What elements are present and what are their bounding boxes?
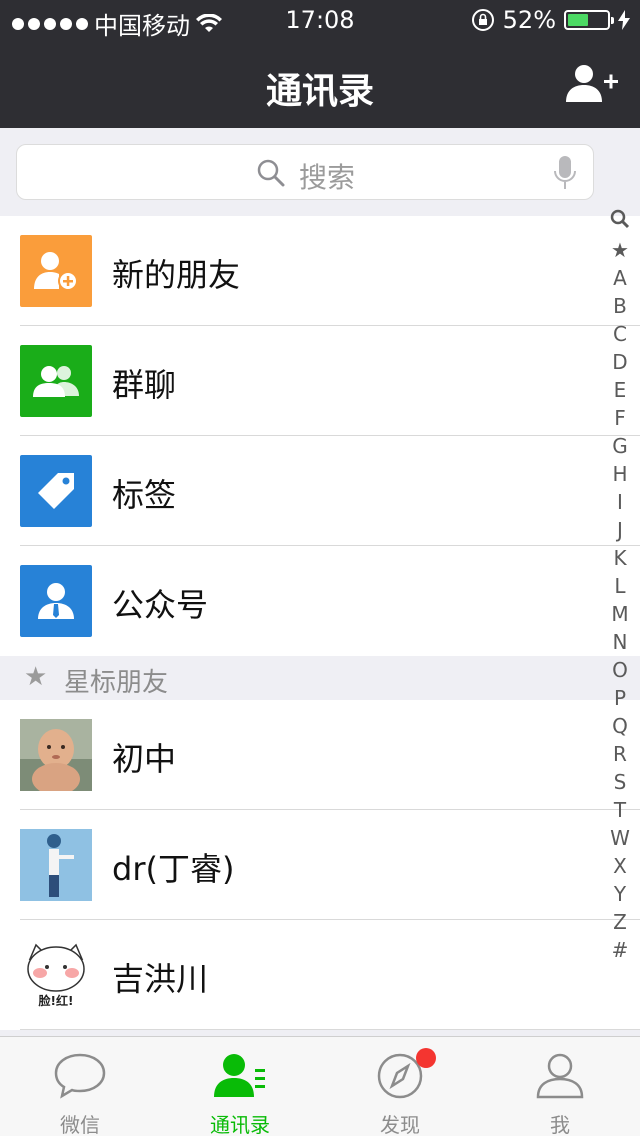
index-letter[interactable]: W: [604, 824, 636, 852]
tab-me[interactable]: 我: [480, 1037, 640, 1136]
page-title: 通讯录: [265, 71, 374, 112]
avatar: [20, 719, 92, 791]
tab-label: 发现: [380, 1113, 420, 1136]
menu-item-official-accounts[interactable]: 公众号: [0, 546, 640, 656]
profile-icon: [536, 1053, 584, 1099]
index-letter[interactable]: H: [604, 460, 636, 488]
menu-item-label: 群聊: [112, 366, 177, 404]
index-letter[interactable]: F: [604, 404, 636, 432]
index-letter[interactable]: ★: [604, 236, 636, 264]
add-contact-icon[interactable]: [566, 64, 618, 104]
orientation-lock-icon: [471, 9, 494, 31]
index-letters[interactable]: ★ A B C D E F G H I J K L M N O P Q R S T W X Y Z #: [604, 236, 636, 962]
menu-item-new-friends[interactable]: 新的朋友: [0, 216, 640, 326]
index-letter[interactable]: Q: [604, 712, 636, 740]
contacts-icon: [214, 1054, 265, 1097]
section-header-starred: ★ 星标朋友: [0, 656, 640, 700]
index-letter[interactable]: C: [604, 320, 636, 348]
tag-icon: [20, 455, 92, 527]
index-letter[interactable]: K: [604, 544, 636, 572]
index-letter[interactable]: P: [604, 684, 636, 712]
menu-item-label: 新的朋友: [112, 256, 241, 294]
index-letter[interactable]: D: [604, 348, 636, 376]
tab-label: 微信: [60, 1113, 100, 1136]
contacts-list: 新的朋友 群聊 标签 公众号 ★ 星标朋友 初中 dr(丁睿) 脸!红! 吉洪川: [0, 216, 640, 1030]
index-letter[interactable]: I: [604, 488, 636, 516]
index-letter[interactable]: O: [604, 656, 636, 684]
index-letter[interactable]: J: [604, 516, 636, 544]
avatar: [20, 829, 92, 901]
index-letter[interactable]: G: [604, 432, 636, 460]
nav-bar: 通讯录: [0, 40, 640, 128]
tab-label: 我: [550, 1113, 570, 1136]
status-bar: 中国移动 17:08 52%: [0, 0, 640, 40]
battery-icon: [564, 10, 614, 30]
contact-row[interactable]: dr(丁睿): [0, 810, 640, 920]
index-letter[interactable]: S: [604, 768, 636, 796]
index-letter[interactable]: Z: [604, 908, 636, 936]
index-letter[interactable]: N: [604, 628, 636, 656]
search-placeholder: 搜索: [299, 161, 356, 194]
new-friend-icon: [20, 235, 92, 307]
menu-item-label: 公众号: [112, 586, 209, 624]
index-letter[interactable]: E: [604, 376, 636, 404]
avatar: 脸!红!: [20, 939, 92, 1011]
contact-name: 初中: [112, 740, 177, 778]
tab-chats[interactable]: 微信: [0, 1037, 160, 1136]
index-search-icon[interactable]: [604, 208, 636, 236]
alphabet-index[interactable]: ★ A B C D E F G H I J K L M N O P Q R S T W X Y Z #: [604, 208, 636, 962]
menu-item-label: 标签: [112, 476, 177, 514]
contact-name: dr(丁睿): [112, 850, 235, 888]
index-letter[interactable]: X: [604, 852, 636, 880]
avatar-caption: 脸!红!: [39, 993, 74, 1008]
group-chat-icon: [20, 345, 92, 417]
tab-discover[interactable]: 发现: [320, 1037, 480, 1136]
contact-row[interactable]: 初中: [0, 700, 640, 810]
search-icon: [257, 159, 285, 187]
tab-bar: 微信 通讯录 发现 我: [0, 1036, 640, 1136]
index-letter[interactable]: A: [604, 264, 636, 292]
official-account-icon: [20, 565, 92, 637]
star-icon: ★: [24, 662, 48, 692]
index-letter[interactable]: #: [604, 936, 636, 964]
search-area: 搜索: [0, 128, 640, 216]
chat-bubble-icon: [54, 1053, 106, 1099]
index-letter[interactable]: M: [604, 600, 636, 628]
menu-item-group-chat[interactable]: 群聊: [0, 326, 640, 436]
contact-row[interactable]: 脸!红! 吉洪川: [0, 920, 640, 1030]
index-letter[interactable]: T: [604, 796, 636, 824]
index-letter[interactable]: B: [604, 292, 636, 320]
battery-percent: 52%: [502, 6, 556, 34]
charging-icon: [618, 10, 630, 30]
index-letter[interactable]: R: [604, 740, 636, 768]
index-letter[interactable]: Y: [604, 880, 636, 908]
notification-badge: [416, 1048, 436, 1068]
index-letter[interactable]: L: [604, 572, 636, 600]
contact-name: 吉洪川: [112, 960, 209, 998]
section-header-label: 星标朋友: [64, 668, 169, 698]
tab-label: 通讯录: [210, 1113, 270, 1136]
search-input[interactable]: 搜索: [16, 144, 594, 200]
menu-item-tags[interactable]: 标签: [0, 436, 640, 546]
microphone-icon[interactable]: [553, 155, 577, 191]
tab-contacts[interactable]: 通讯录: [160, 1037, 320, 1136]
